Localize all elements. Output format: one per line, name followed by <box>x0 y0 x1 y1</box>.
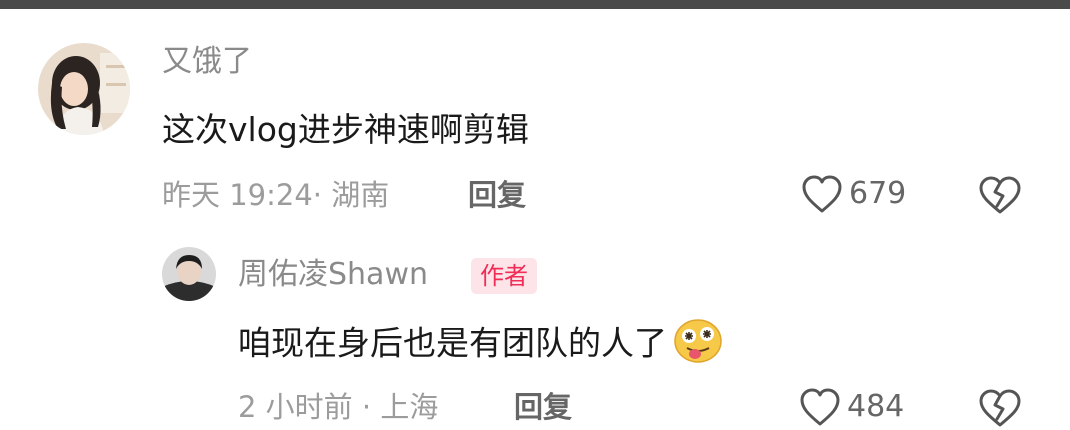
dislike-button[interactable] <box>977 174 1023 216</box>
broken-heart-icon <box>979 176 1021 214</box>
broken-heart-icon <box>979 389 1021 427</box>
comment-meta: 2 小时前 · 上海 <box>238 390 439 424</box>
like-count: 484 <box>847 389 905 424</box>
heart-outline-icon <box>800 388 840 426</box>
like-count: 679 <box>849 176 907 211</box>
comment-meta: 昨天 19:24· 湖南 <box>162 178 390 212</box>
author-badge: 作者 <box>471 258 537 294</box>
comment-text: 这次vlog进步神速啊剪辑 <box>162 110 529 149</box>
heart-outline-icon <box>802 175 842 213</box>
comment-username[interactable]: 周佑凌Shawn <box>238 257 428 293</box>
like-button[interactable]: 679 <box>800 173 906 215</box>
reply-button[interactable]: 回复 <box>468 177 526 213</box>
comment-username[interactable]: 又饿了 <box>162 44 252 80</box>
dislike-button[interactable] <box>977 387 1023 429</box>
top-status-strip <box>0 0 1070 9</box>
comment-text-content: 咱现在身后也是有团队的人了 <box>238 323 667 363</box>
avatar[interactable] <box>162 247 216 301</box>
avatar[interactable] <box>38 43 130 135</box>
reply-button[interactable]: 回复 <box>514 389 572 425</box>
like-button[interactable]: 484 <box>798 386 904 428</box>
comment-text: 咱现在身后也是有团队的人了 <box>238 319 723 368</box>
dizzy-face-emoji-icon <box>673 318 723 364</box>
